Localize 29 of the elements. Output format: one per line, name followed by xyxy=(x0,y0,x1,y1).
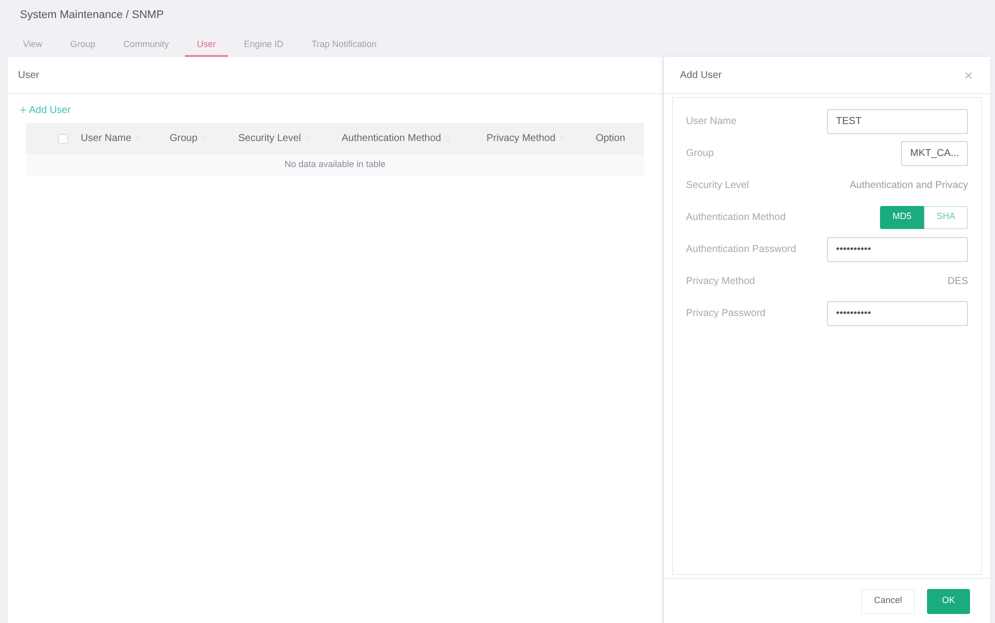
input-field[interactable]: TEST xyxy=(827,108,968,134)
panel-title: User xyxy=(18,68,40,82)
empty-table-message: No data available in table xyxy=(284,158,386,172)
input-field[interactable]: •••••••••• xyxy=(827,236,968,262)
field-label: Privacy Password xyxy=(686,306,766,320)
field-label: User Name xyxy=(686,114,737,128)
drawer-title: Add User xyxy=(680,68,722,82)
column-header[interactable]: Security Level xyxy=(238,131,302,146)
ok-button[interactable]: OK xyxy=(927,588,970,614)
column-header[interactable]: Option xyxy=(596,131,626,146)
field-label: Authentication Password xyxy=(686,242,796,256)
field-value: Authentication and Privacy xyxy=(850,178,968,192)
column-header[interactable]: User Name xyxy=(80,131,132,146)
cancel-button[interactable]: Cancel xyxy=(861,588,916,614)
field-label: Privacy Method xyxy=(686,274,755,288)
method-toggle-option[interactable]: MD5 xyxy=(880,206,924,228)
field-label: Authentication Method xyxy=(686,210,786,224)
column-header[interactable]: Group xyxy=(170,131,198,146)
plus-icon xyxy=(18,105,28,115)
field-label: Security Level xyxy=(686,178,749,192)
field-label: Group xyxy=(686,146,714,160)
field-value: DES xyxy=(947,274,968,288)
column-header[interactable]: Authentication Method xyxy=(342,131,442,146)
select-all-checkbox[interactable] xyxy=(58,134,68,144)
column-header[interactable]: Privacy Method xyxy=(486,131,556,146)
breadcrumb: System Maintenance / SNMP xyxy=(20,8,164,23)
close-icon[interactable] xyxy=(963,70,974,80)
input-field[interactable]: •••••••••• xyxy=(827,300,968,326)
group-select[interactable]: MKT_CA... xyxy=(901,140,968,166)
